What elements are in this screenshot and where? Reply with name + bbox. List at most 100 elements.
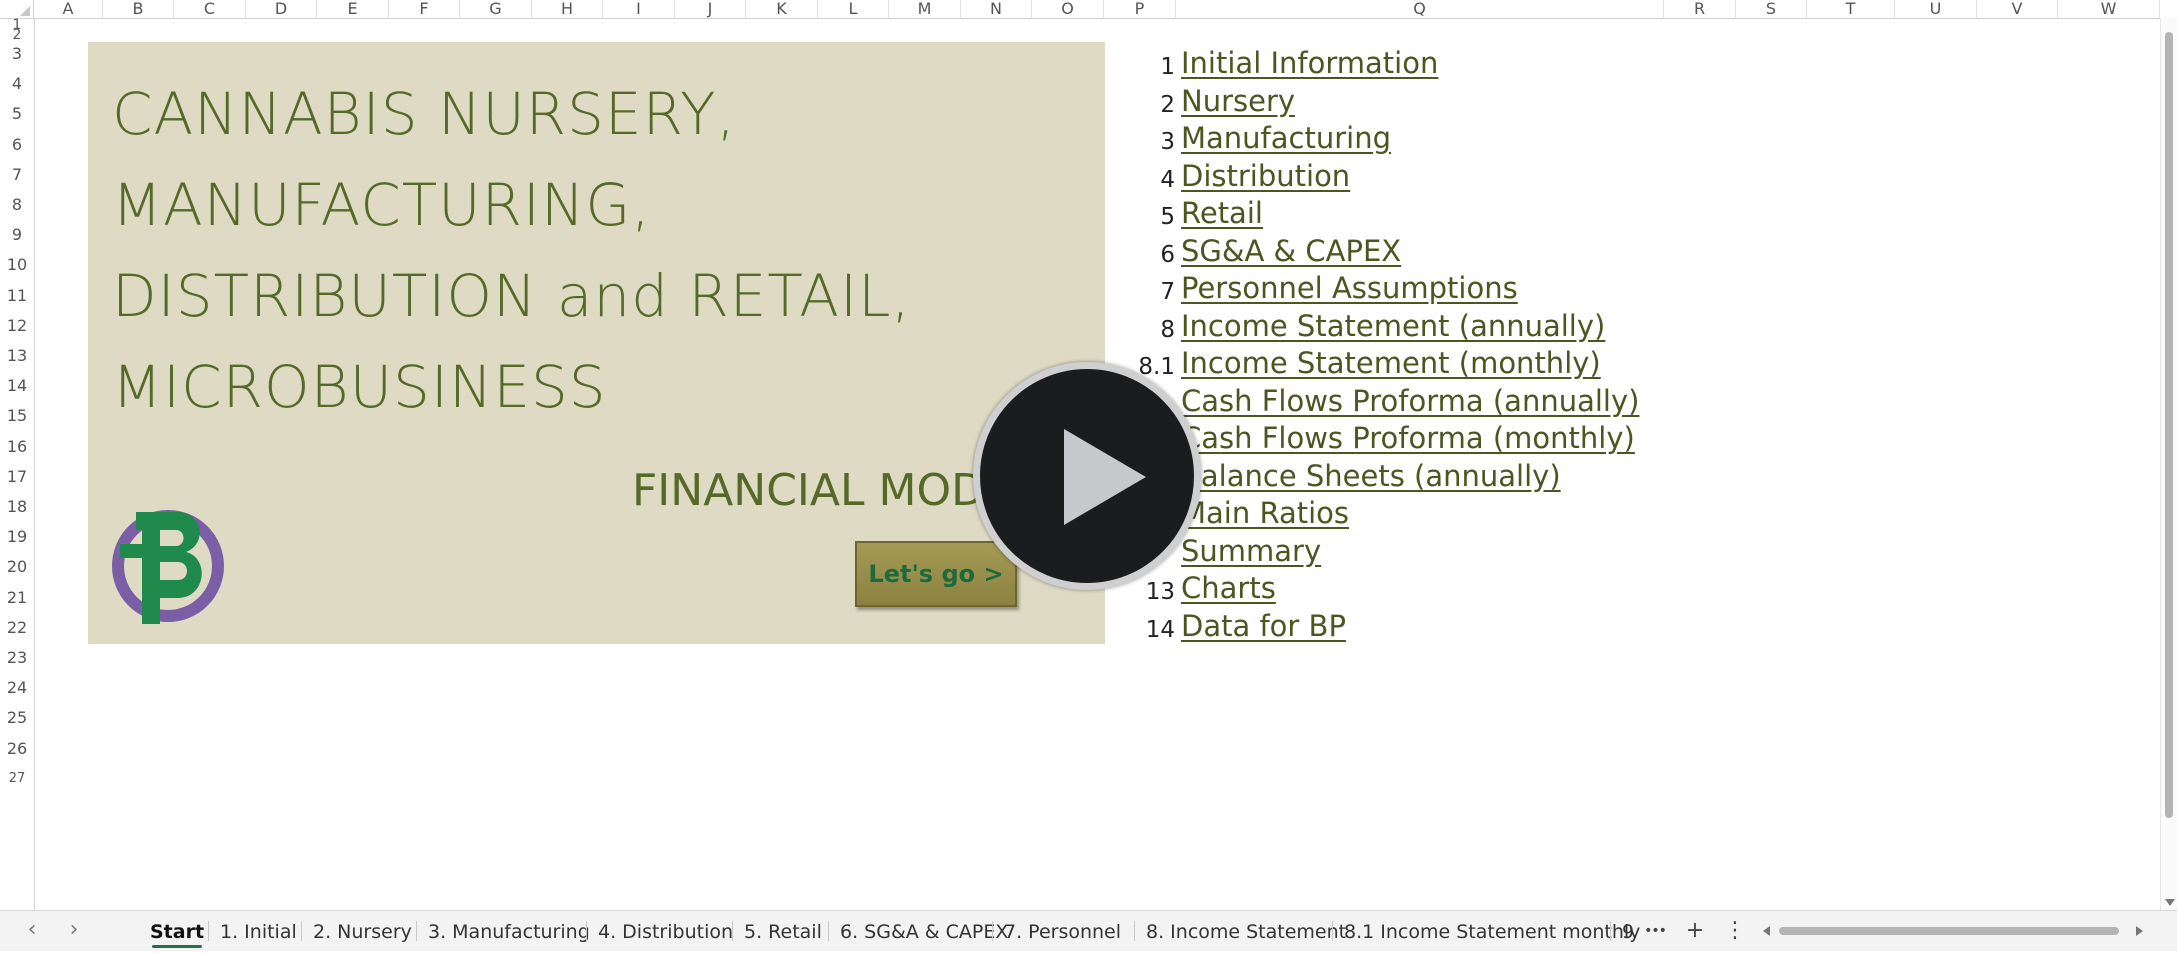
horizontal-scroll-thumb[interactable] (1779, 927, 2119, 935)
play-video-button[interactable] (973, 362, 1201, 590)
row-header-cell[interactable]: 17 (0, 462, 34, 492)
row-header-cell[interactable]: 5 (0, 99, 34, 129)
row-header-cell[interactable]: 13 (0, 341, 34, 371)
column-header-cell[interactable]: I (603, 0, 675, 18)
vertical-scrollbar[interactable] (2160, 18, 2177, 910)
spreadsheet-window: ABCDEFGHIJKLMNOPQRSTUVW 1 2 3 4 5 6 7 8 9 10 11 12 1… (0, 0, 2177, 951)
toc-item-number: 4 (1160, 166, 1175, 193)
column-header-cell[interactable]: D (246, 0, 317, 18)
column-header-cell[interactable]: A (34, 0, 103, 18)
toc-item-link[interactable]: Manufacturing (1181, 121, 1391, 155)
toc-item-number: 13 (1145, 579, 1175, 605)
row-header-cell[interactable]: 3 (0, 39, 34, 69)
column-header-cell[interactable]: N (961, 0, 1032, 18)
add-sheet-icon[interactable]: + (1680, 911, 1710, 951)
row-header-cell[interactable]: 11 (0, 281, 34, 311)
tab-scroll-left-icon[interactable]: ‹ (18, 911, 46, 951)
toc-item-link[interactable]: Income Statement (monthly) (1181, 346, 1601, 380)
select-all-corner[interactable] (0, 0, 34, 18)
row-header-cell[interactable]: 22 (0, 613, 34, 643)
column-header-cell[interactable]: C (174, 0, 246, 18)
column-header-cell[interactable]: K (746, 0, 818, 18)
column-header-cell[interactable]: M (889, 0, 961, 18)
row-header-cell[interactable]: 7 (0, 160, 34, 190)
column-header-cell[interactable]: T (1807, 0, 1895, 18)
column-header-cell[interactable]: B (103, 0, 174, 18)
column-header-cell[interactable]: G (460, 0, 532, 18)
sheet-tab[interactable]: 5. Retail (734, 911, 832, 951)
row-header-cell[interactable]: 24 (0, 673, 34, 703)
banner-title: CANNABIS NURSERY, MANUFACTURING, DISTRIB… (112, 69, 1092, 433)
row-header-cell[interactable]: 12 (0, 311, 34, 341)
column-header-cell[interactable]: Q (1176, 0, 1664, 18)
row-header-cell[interactable]: 14 (0, 371, 34, 401)
row-header-cell[interactable]: 26 (0, 734, 34, 764)
column-header-cell[interactable]: S (1736, 0, 1807, 18)
toc-item-link[interactable]: Nursery (1181, 84, 1295, 118)
tab-scroll-right-icon[interactable]: › (60, 911, 88, 951)
toc-item-link[interactable]: Personnel Assumptions (1181, 271, 1518, 305)
toc-item-link[interactable]: Data for BP (1181, 609, 1346, 643)
scroll-down-icon[interactable] (2165, 899, 2175, 906)
toc-item-link[interactable]: Retail (1181, 196, 1263, 230)
horizontal-scrollbar[interactable] (1763, 923, 2143, 939)
company-logo (112, 510, 224, 624)
sheet-options-icon[interactable]: ⋮ (1720, 911, 1750, 951)
toc-item-link[interactable]: Cash Flows Proforma (monthly) (1181, 421, 1635, 455)
sheet-tab[interactable]: 4. Distribution (588, 911, 743, 951)
scroll-left-icon[interactable] (1763, 926, 1770, 936)
row-header-cell[interactable]: 9 (0, 220, 34, 250)
row-header-cell[interactable]: 16 (0, 432, 34, 462)
toc-item-link[interactable]: Income Statement (annually) (1181, 309, 1605, 343)
toc-item-link[interactable]: Balance Sheets (annually) (1181, 459, 1561, 493)
column-header-cell[interactable]: V (1977, 0, 2058, 18)
sheet-tab[interactable]: 1. Initial (210, 911, 307, 951)
column-header-cell[interactable]: H (532, 0, 603, 18)
sheet-tab[interactable]: Start (140, 911, 214, 951)
sheet-tab[interactable]: 9 (1612, 911, 1644, 951)
toc-item-link[interactable]: Main Ratios (1181, 496, 1349, 530)
row-header-cell[interactable]: 6 (0, 130, 34, 160)
toc-item-number: 5 (1160, 204, 1175, 230)
lets-go-button[interactable]: Let's go > (855, 541, 1017, 607)
row-header-cell[interactable]: 21 (0, 583, 34, 613)
tab-separator (828, 921, 829, 941)
column-header-cell[interactable]: P (1104, 0, 1176, 18)
column-header-cell[interactable]: U (1895, 0, 1977, 18)
vertical-scroll-thumb[interactable] (2165, 32, 2173, 818)
banner-title-line: MICROBUSINESS (112, 353, 607, 421)
sheet-tab[interactable]: 8.1 Income Statement monthly (1334, 911, 1650, 951)
row-header-cell[interactable]: 20 (0, 552, 34, 582)
column-header-cell[interactable]: R (1664, 0, 1736, 18)
sheet-tab[interactable]: 3. Manufacturing (418, 911, 600, 951)
row-header-cell[interactable]: 19 (0, 522, 34, 552)
column-header-cell[interactable]: W (2058, 0, 2160, 18)
toc-item-link[interactable]: Summary (1181, 534, 1321, 568)
row-header-cell[interactable]: 10 (0, 250, 34, 280)
column-header-cell[interactable]: E (317, 0, 389, 18)
sheet-tab[interactable]: 8. Income Statement (1136, 911, 1356, 951)
column-header-cell[interactable]: F (389, 0, 460, 18)
toc-item-link[interactable]: Charts (1181, 571, 1276, 605)
row-header-cell[interactable]: 25 (0, 703, 34, 733)
row-header-cell[interactable]: 18 (0, 492, 34, 522)
sheet-tab[interactable]: 7. Personnel (994, 911, 1131, 951)
row-header-cell[interactable]: 4 (0, 69, 34, 99)
row-header-cell[interactable]: 15 (0, 401, 34, 431)
row-header-cell[interactable]: 27 (0, 764, 34, 794)
toc-item-link[interactable]: Initial Information (1181, 46, 1438, 80)
scroll-right-icon[interactable] (2136, 926, 2143, 936)
row-header-cell[interactable]: 23 (0, 643, 34, 673)
toc-item-link[interactable]: Cash Flows Proforma (annually) (1181, 384, 1639, 418)
row-header-cell[interactable]: 8 (0, 190, 34, 220)
column-header-cell[interactable]: L (818, 0, 889, 18)
play-icon (1064, 429, 1146, 525)
sheet-tab[interactable]: 2. Nursery (303, 911, 422, 951)
column-header-cell[interactable]: O (1032, 0, 1104, 18)
toc-item-link[interactable]: SG&A & CAPEX (1181, 234, 1401, 268)
tab-separator (416, 921, 417, 941)
toc-item-link[interactable]: Distribution (1181, 159, 1350, 193)
sheet-tab[interactable]: 6. SG&A & CAPEX (830, 911, 1018, 951)
column-header-cell[interactable]: J (675, 0, 746, 18)
sheet-tab-bar: ‹ › ••• + ⋮ Start 1. Initial 2. Nursery 3. … (0, 910, 2177, 951)
